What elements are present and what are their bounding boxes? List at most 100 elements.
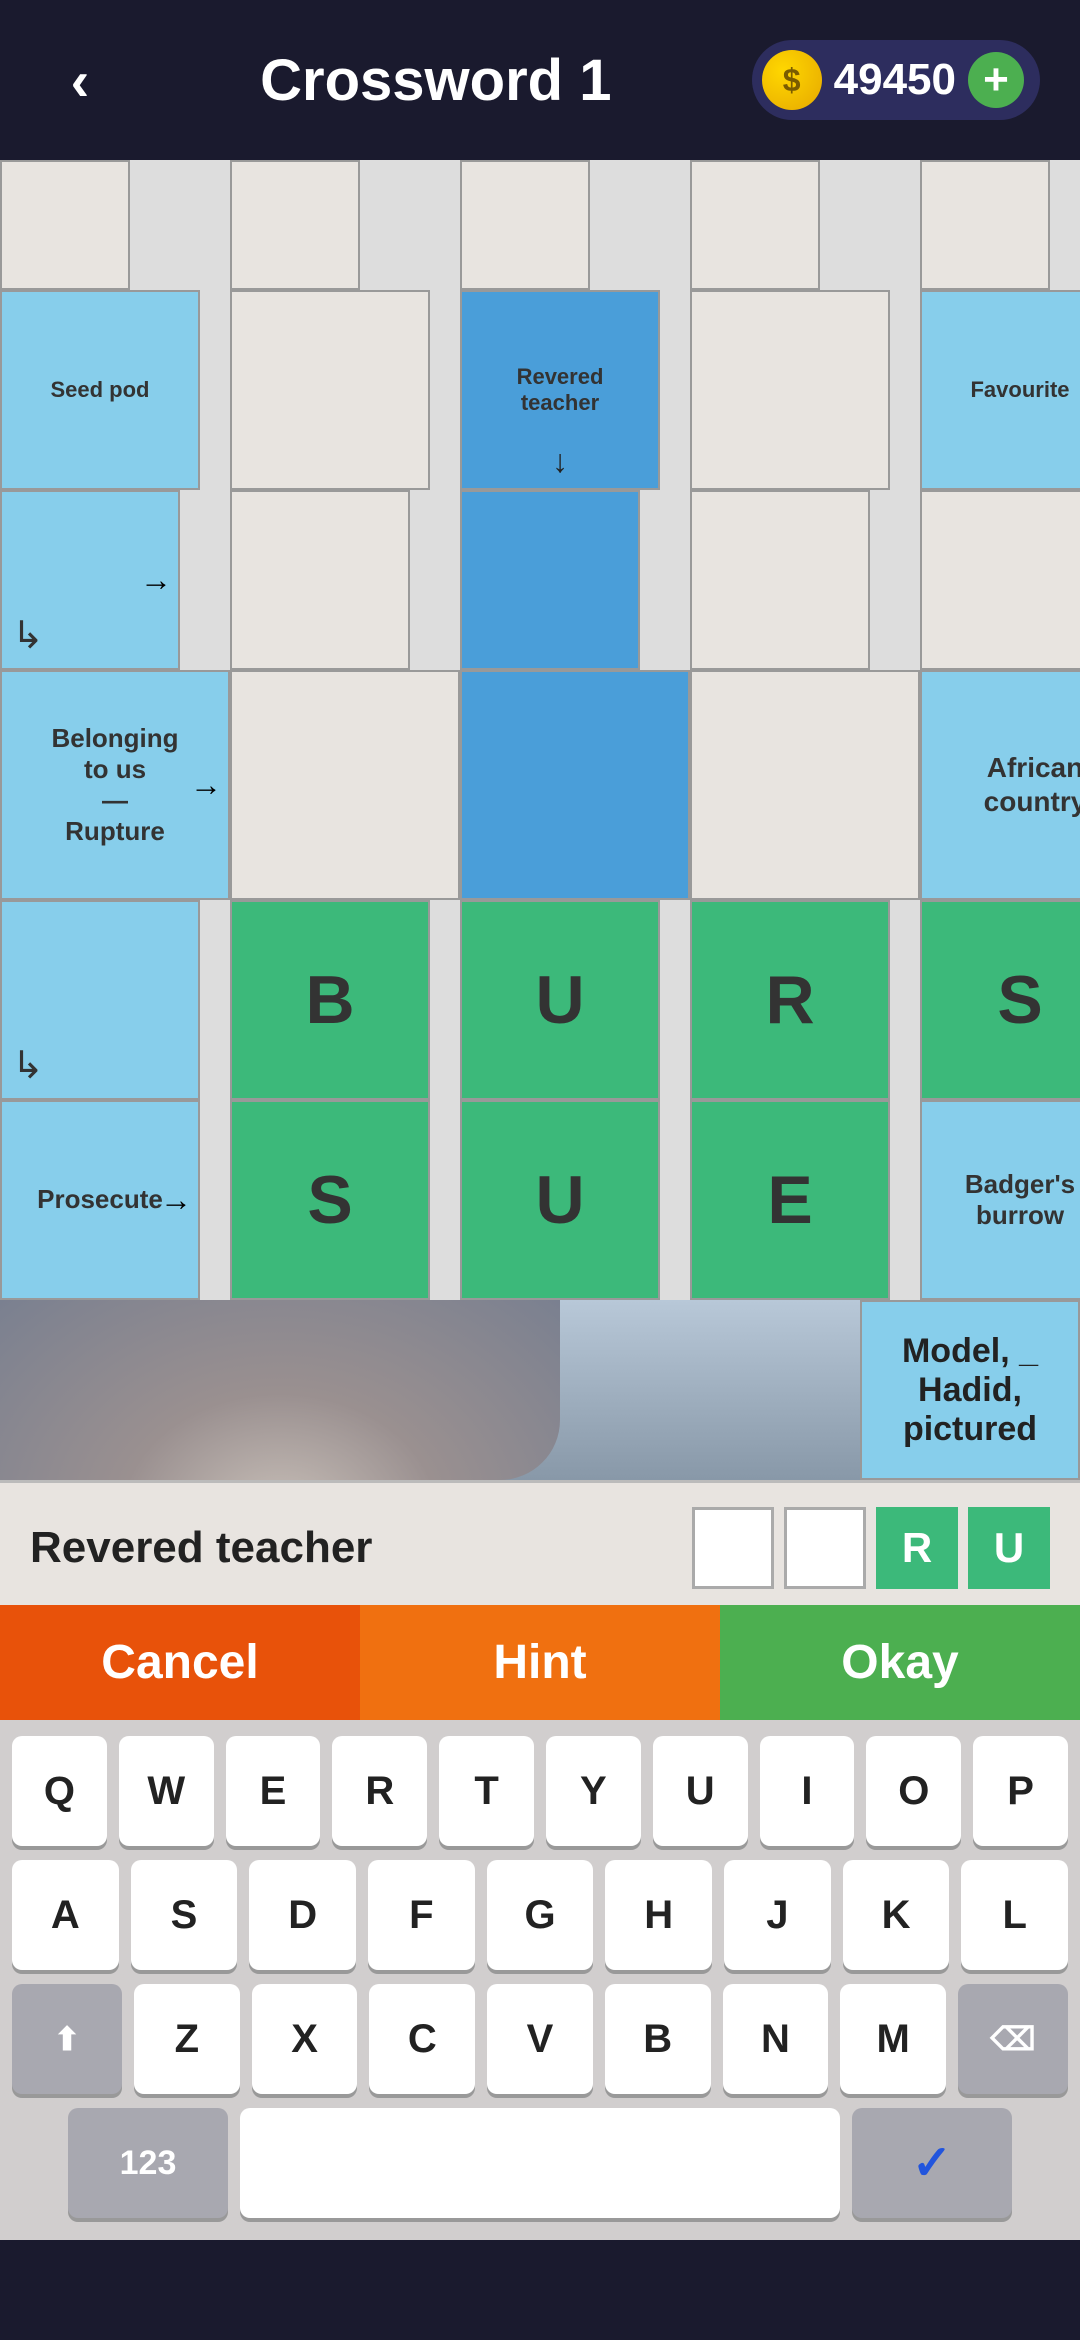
- key-L[interactable]: L: [961, 1860, 1068, 1970]
- arrow-corner-2-icon: ↳: [12, 1043, 44, 1088]
- cell-2-4[interactable]: [920, 490, 1080, 670]
- key-O[interactable]: O: [866, 1736, 961, 1846]
- cell-1-4[interactable]: Favourite →: [920, 290, 1080, 490]
- clue-box-0[interactable]: [692, 1507, 774, 1589]
- cell-2-3[interactable]: [690, 490, 870, 670]
- key-Q[interactable]: Q: [12, 1736, 107, 1846]
- cell-3-1[interactable]: [230, 670, 460, 900]
- cell-0-4[interactable]: [920, 160, 1050, 290]
- key-J[interactable]: J: [724, 1860, 831, 1970]
- cell-5-1[interactable]: S: [230, 1100, 430, 1300]
- key-I[interactable]: I: [760, 1736, 855, 1846]
- key-N[interactable]: N: [723, 1984, 829, 2094]
- letter-B: B: [305, 961, 354, 1039]
- add-coins-button[interactable]: +: [968, 52, 1024, 108]
- key-R[interactable]: R: [332, 1736, 427, 1846]
- clue-box-1[interactable]: [784, 1507, 866, 1589]
- coins-badge: $ 49450 +: [752, 40, 1040, 120]
- key-X[interactable]: X: [252, 1984, 358, 2094]
- key-C[interactable]: C: [369, 1984, 475, 2094]
- cell-4-1[interactable]: B: [230, 900, 430, 1100]
- cell-4-0[interactable]: ↳: [0, 900, 200, 1100]
- cell-0-3[interactable]: [690, 160, 820, 290]
- photo-clue-label[interactable]: Model, _ Hadid, pictured: [860, 1300, 1080, 1480]
- key-A[interactable]: A: [12, 1860, 119, 1970]
- keyboard-row-2: A S D F G H J K L: [12, 1860, 1068, 1970]
- arrow-down-icon: ↓: [552, 443, 568, 480]
- clue-input-section: Revered teacher R U Cancel Hint Okay: [0, 1480, 1080, 1720]
- arrow-right-2-icon: →: [140, 562, 172, 599]
- clue-african-country: Africancountry: [980, 747, 1080, 822]
- cell-2-2[interactable]: [460, 490, 640, 670]
- key-D[interactable]: D: [249, 1860, 356, 1970]
- cell-4-2[interactable]: U: [460, 900, 660, 1100]
- cell-1-3[interactable]: [690, 290, 890, 490]
- space-key[interactable]: [240, 2108, 840, 2218]
- clue-favourite: Favourite: [966, 373, 1073, 407]
- letter-S2: S: [307, 1161, 352, 1239]
- cell-5-2[interactable]: U: [460, 1100, 660, 1300]
- arrow-right-5-icon: →: [160, 1182, 192, 1219]
- key-Y[interactable]: Y: [546, 1736, 641, 1846]
- key-F[interactable]: F: [368, 1860, 475, 1970]
- letter-S: S: [997, 961, 1042, 1039]
- keyboard-row-4: 123 ✓: [12, 2108, 1068, 2218]
- arrow-corner-icon: ↳: [12, 613, 44, 658]
- clue-box-3[interactable]: U: [968, 1507, 1050, 1589]
- okay-button[interactable]: Okay: [720, 1605, 1080, 1720]
- key-E[interactable]: E: [226, 1736, 321, 1846]
- cell-0-1[interactable]: [230, 160, 360, 290]
- cell-3-0[interactable]: Belongingto us—Rupture →: [0, 670, 230, 900]
- key-U[interactable]: U: [653, 1736, 748, 1846]
- cell-5-4[interactable]: Badger'sburrow →: [920, 1100, 1080, 1300]
- key-Z[interactable]: Z: [134, 1984, 240, 2094]
- cell-3-2[interactable]: [460, 670, 690, 900]
- letter-U: U: [535, 961, 584, 1039]
- cell-5-3[interactable]: E: [690, 1100, 890, 1300]
- key-H[interactable]: H: [605, 1860, 712, 1970]
- done-key[interactable]: ✓: [852, 2108, 1012, 2218]
- letter-U2: U: [535, 1161, 584, 1239]
- cell-1-1[interactable]: [230, 290, 430, 490]
- cell-5-0[interactable]: Prosecute →: [0, 1100, 200, 1300]
- backspace-key[interactable]: ⌫: [958, 1984, 1068, 2094]
- clue-boxes-container: R U: [692, 1507, 1050, 1589]
- coin-icon: $: [762, 50, 822, 110]
- clue-prosecute: Prosecute: [33, 1180, 167, 1219]
- clue-badger: Badger'sburrow: [961, 1165, 1079, 1235]
- cell-2-1[interactable]: [230, 490, 410, 670]
- cell-0-0[interactable]: [0, 160, 130, 290]
- key-G[interactable]: G: [487, 1860, 594, 1970]
- top-bar: ‹ Crossword 1 $ 49450 +: [0, 0, 1080, 160]
- clue-row: Revered teacher R U: [0, 1483, 1080, 1605]
- key-B[interactable]: B: [605, 1984, 711, 2094]
- letter-E: E: [767, 1161, 812, 1239]
- key-P[interactable]: P: [973, 1736, 1068, 1846]
- key-K[interactable]: K: [843, 1860, 950, 1970]
- numeric-key[interactable]: 123: [68, 2108, 228, 2218]
- page-title: Crossword 1: [260, 47, 611, 114]
- keyboard: Q W E R T Y U I O P A S D F G H J K L ⬆ …: [0, 1720, 1080, 2240]
- cell-1-0[interactable]: Seed pod: [0, 290, 200, 490]
- clue-label: Revered teacher: [30, 1523, 672, 1573]
- key-M[interactable]: M: [840, 1984, 946, 2094]
- cell-1-2[interactable]: Reveredteacher ↓: [460, 290, 660, 490]
- back-button[interactable]: ‹: [40, 40, 120, 120]
- keyboard-row-3: ⬆ Z X C V B N M ⌫: [12, 1984, 1068, 2094]
- cancel-button[interactable]: Cancel: [0, 1605, 360, 1720]
- key-V[interactable]: V: [487, 1984, 593, 2094]
- key-S[interactable]: S: [131, 1860, 238, 1970]
- cell-3-4[interactable]: Africancountry →: [920, 670, 1080, 900]
- clue-box-2[interactable]: R: [876, 1507, 958, 1589]
- cell-4-4[interactable]: S: [920, 900, 1080, 1100]
- shift-key[interactable]: ⬆: [12, 1984, 122, 2094]
- hint-button[interactable]: Hint: [360, 1605, 720, 1720]
- key-T[interactable]: T: [439, 1736, 534, 1846]
- cell-4-3[interactable]: R: [690, 900, 890, 1100]
- clue-belonging: Belongingto us—Rupture: [47, 719, 182, 852]
- cell-0-2[interactable]: [460, 160, 590, 290]
- cell-2-0[interactable]: ↳ →: [0, 490, 180, 670]
- key-W[interactable]: W: [119, 1736, 214, 1846]
- cell-3-3[interactable]: [690, 670, 920, 900]
- arrow-right-3-icon: →: [190, 767, 222, 804]
